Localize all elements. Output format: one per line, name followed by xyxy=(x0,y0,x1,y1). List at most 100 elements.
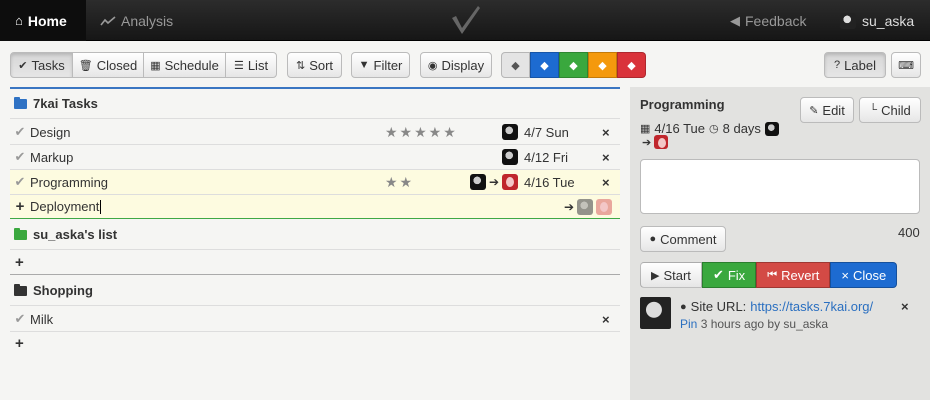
sort-label: Sort xyxy=(309,57,334,73)
tab-tasks[interactable]: ✔ Tasks xyxy=(10,52,73,78)
comment-label: Comment xyxy=(660,231,717,247)
comment-textarea[interactable] xyxy=(640,159,920,214)
nav-user-label: su_aska xyxy=(862,12,915,29)
child-button[interactable]: └ Child xyxy=(859,97,921,123)
star-rating[interactable]: ★★★★★ xyxy=(385,124,458,141)
home-icon: ⌂ xyxy=(15,13,23,28)
avatar xyxy=(840,12,856,29)
comment-link[interactable]: https://tasks.7kai.org/ xyxy=(750,299,873,314)
tab-closed-label: Closed xyxy=(96,57,138,73)
comment-body: ● Site URL: https://tasks.7kai.org/ xyxy=(680,299,873,314)
task-row[interactable]: ✔ Design ★★★★★ 4/7 Sun × xyxy=(10,120,620,145)
tab-closed[interactable]: 🗑 Closed xyxy=(72,52,144,78)
delete-icon[interactable]: × xyxy=(602,175,610,190)
comment-text: Site URL: xyxy=(690,299,747,314)
task-row[interactable]: ✔ Milk × xyxy=(10,307,620,332)
calendar-icon: ▦ xyxy=(640,123,651,135)
tag-icon: ◆ xyxy=(598,59,607,72)
task-row[interactable]: ✔ Markup 4/12 Fri × xyxy=(10,145,620,170)
edit-button[interactable]: ✎ Edit xyxy=(800,97,854,123)
list-header[interactable]: su_aska's list xyxy=(10,220,620,250)
nav-analysis-label: Analysis xyxy=(121,12,174,29)
label-button[interactable]: ? Label xyxy=(824,52,886,78)
task-name: Markup xyxy=(30,149,74,165)
revert-icon: ⏮ xyxy=(767,268,778,281)
check-icon[interactable]: ✔ xyxy=(10,174,30,190)
list-header[interactable]: 7kai Tasks xyxy=(10,89,620,119)
fix-label: Fix xyxy=(727,267,746,283)
close-label: Close xyxy=(852,267,887,283)
task-detail-panel: Programming ✎ Edit └ Child ▦ 4/16 Tue ◷ … xyxy=(630,87,930,400)
speech-bubble-icon: ● xyxy=(649,233,657,245)
task-list-panel: 7kai Tasks ✔ Design ★★★★★ 4/7 Sun × ✔ Ma… xyxy=(10,87,620,400)
folder-icon xyxy=(14,227,27,240)
delete-icon[interactable]: × xyxy=(602,150,610,165)
tag-filter-gray[interactable]: ◆ xyxy=(501,52,530,78)
tag-filter-blue[interactable]: ◆ xyxy=(530,52,559,78)
tag-filter-green[interactable]: ◆ xyxy=(559,52,588,78)
tab-list-label: List xyxy=(247,57,269,73)
revert-button[interactable]: ⏮ Revert xyxy=(756,262,831,288)
avatar xyxy=(502,174,519,190)
avatar xyxy=(502,149,518,165)
arrow-right-icon: ➔ xyxy=(489,175,500,189)
delete-icon[interactable]: × xyxy=(602,125,610,140)
tag-filter-red[interactable]: ◆ xyxy=(617,52,646,78)
tag-icon: ◆ xyxy=(540,59,549,72)
trash-icon: 🗑 xyxy=(78,59,93,72)
assignee xyxy=(502,124,518,140)
sort-button[interactable]: ⇅ Sort xyxy=(287,52,342,78)
plus-icon: + xyxy=(15,334,24,352)
filter-label: Filter xyxy=(373,57,403,73)
comment-button[interactable]: ● Comment xyxy=(640,226,726,252)
tag-filter-orange[interactable]: ◆ xyxy=(588,52,617,78)
assignee-picker[interactable]: ➔ xyxy=(564,198,613,215)
list-header[interactable]: Shopping xyxy=(10,276,620,306)
label-button-label: Label xyxy=(844,57,876,73)
fix-button[interactable]: ✔ Fix xyxy=(701,262,757,288)
start-button[interactable]: ▶ Start xyxy=(640,262,702,288)
check-icon: ✔ xyxy=(712,267,724,282)
megaphone-icon: ◀ xyxy=(730,12,740,28)
keyboard-button[interactable]: ⌨ xyxy=(891,52,921,78)
pin-link[interactable]: Pin xyxy=(680,317,697,331)
check-icon[interactable]: ✔ xyxy=(10,311,30,327)
list-title: su_aska's list xyxy=(33,227,118,242)
task-row-selected[interactable]: ✔ Programming ★★ ➔ 4/16 Tue × xyxy=(10,170,620,195)
tab-tasks-label: Tasks xyxy=(31,57,65,73)
nav-feedback-label: Feedback xyxy=(745,12,807,29)
nav-analysis[interactable]: Analysis xyxy=(100,0,173,41)
toolbar: ✔ Tasks 🗑 Closed ▦ Schedule ☰ List ⇅ Sor… xyxy=(0,41,930,87)
close-button[interactable]: × Close xyxy=(830,262,898,288)
avatar xyxy=(764,121,779,136)
nav-user-menu[interactable]: su_aska xyxy=(840,0,914,41)
tag-icon: ◆ xyxy=(627,59,636,72)
delete-icon[interactable]: × xyxy=(602,312,610,327)
check-icon[interactable]: ✔ xyxy=(10,124,30,140)
avatar[interactable] xyxy=(596,198,613,215)
check-icon[interactable]: ✔ xyxy=(10,149,30,165)
avatar xyxy=(502,124,518,140)
child-label: Child xyxy=(881,102,911,118)
tab-list[interactable]: ☰ List xyxy=(225,52,277,78)
pencil-icon: ✎ xyxy=(809,104,819,117)
calendar-icon: ▦ xyxy=(150,59,161,72)
display-button[interactable]: ◉ Display xyxy=(420,52,492,78)
filter-button[interactable]: ▼ Filter xyxy=(351,52,410,78)
folder-icon xyxy=(14,96,27,109)
close-icon: × xyxy=(841,267,849,283)
new-task-text: Deployment xyxy=(30,199,100,214)
star-rating[interactable]: ★★ xyxy=(385,174,414,191)
new-task-input[interactable]: + Deployment ➔ xyxy=(10,195,620,219)
tab-schedule[interactable]: ▦ Schedule xyxy=(143,52,226,78)
list-title: Shopping xyxy=(33,283,93,298)
add-task-button[interactable]: + xyxy=(10,332,620,354)
nav-feedback[interactable]: ◀ Feedback xyxy=(730,0,806,41)
speech-bubble-icon: ● xyxy=(680,300,687,313)
add-task-button[interactable]: + xyxy=(10,251,620,275)
checkmark-logo-icon[interactable] xyxy=(450,4,482,36)
avatar[interactable] xyxy=(577,198,594,215)
edit-label: Edit xyxy=(822,102,845,118)
delete-comment-icon[interactable]: × xyxy=(901,299,909,314)
nav-home[interactable]: ⌂ Home xyxy=(0,0,86,41)
